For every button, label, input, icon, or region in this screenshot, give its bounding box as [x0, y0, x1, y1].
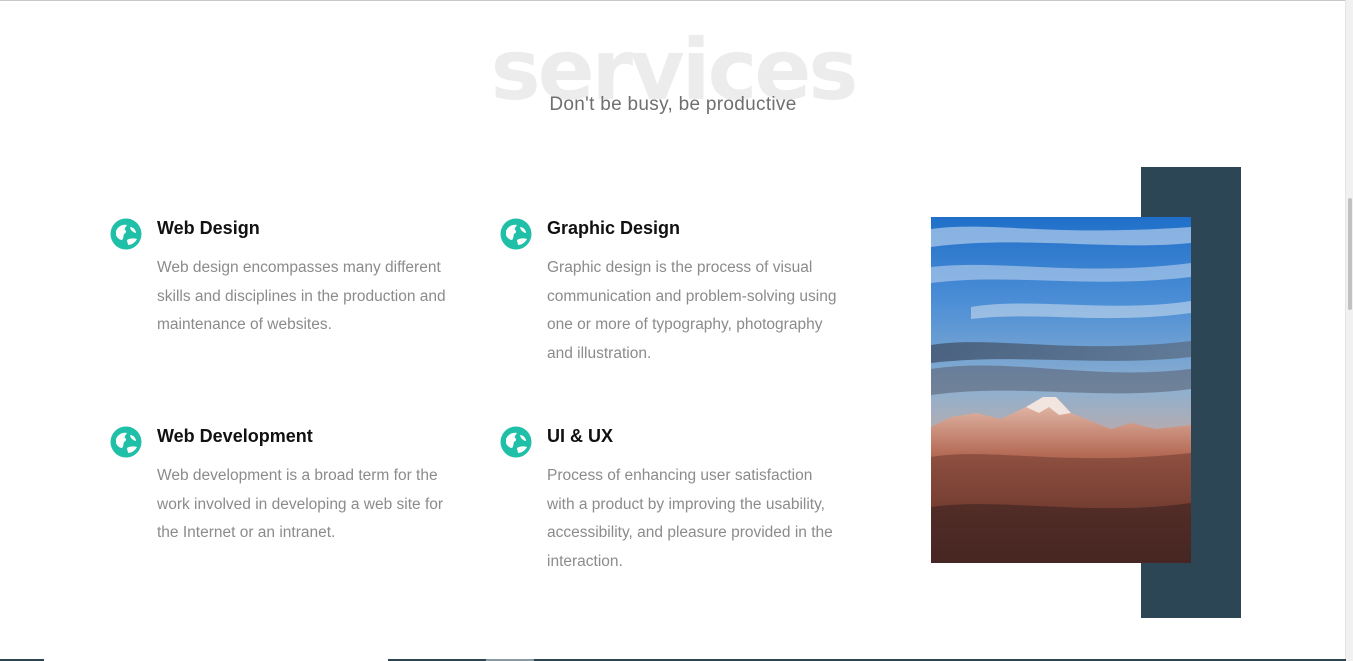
services-heading: services Don't be busy, be productive: [0, 0, 1346, 130]
service-description: Web design encompasses many different sk…: [157, 259, 446, 334]
services-subtitle: Don't be busy, be productive: [549, 94, 797, 115]
globe-icon: [500, 426, 532, 458]
service-title: UI & UX: [547, 426, 614, 446]
service-title: Web Design: [157, 218, 260, 238]
globe-icon: [110, 218, 142, 250]
service-title: Web Development: [157, 426, 313, 446]
globe-icon: [500, 218, 532, 250]
mountain-photo: [931, 217, 1191, 563]
service-title: Graphic Design: [547, 218, 681, 238]
vertical-scrollbar[interactable]: [1345, 0, 1353, 661]
globe-icon: [110, 426, 142, 458]
services-image-block: [931, 167, 1241, 618]
scrollbar-thumb[interactable]: [1348, 198, 1352, 310]
service-description: Process of enhancing user satisfaction w…: [547, 467, 833, 571]
service-description: Graphic design is the process of visual …: [547, 259, 837, 363]
service-description: Web development is a broad term for the …: [157, 467, 444, 542]
